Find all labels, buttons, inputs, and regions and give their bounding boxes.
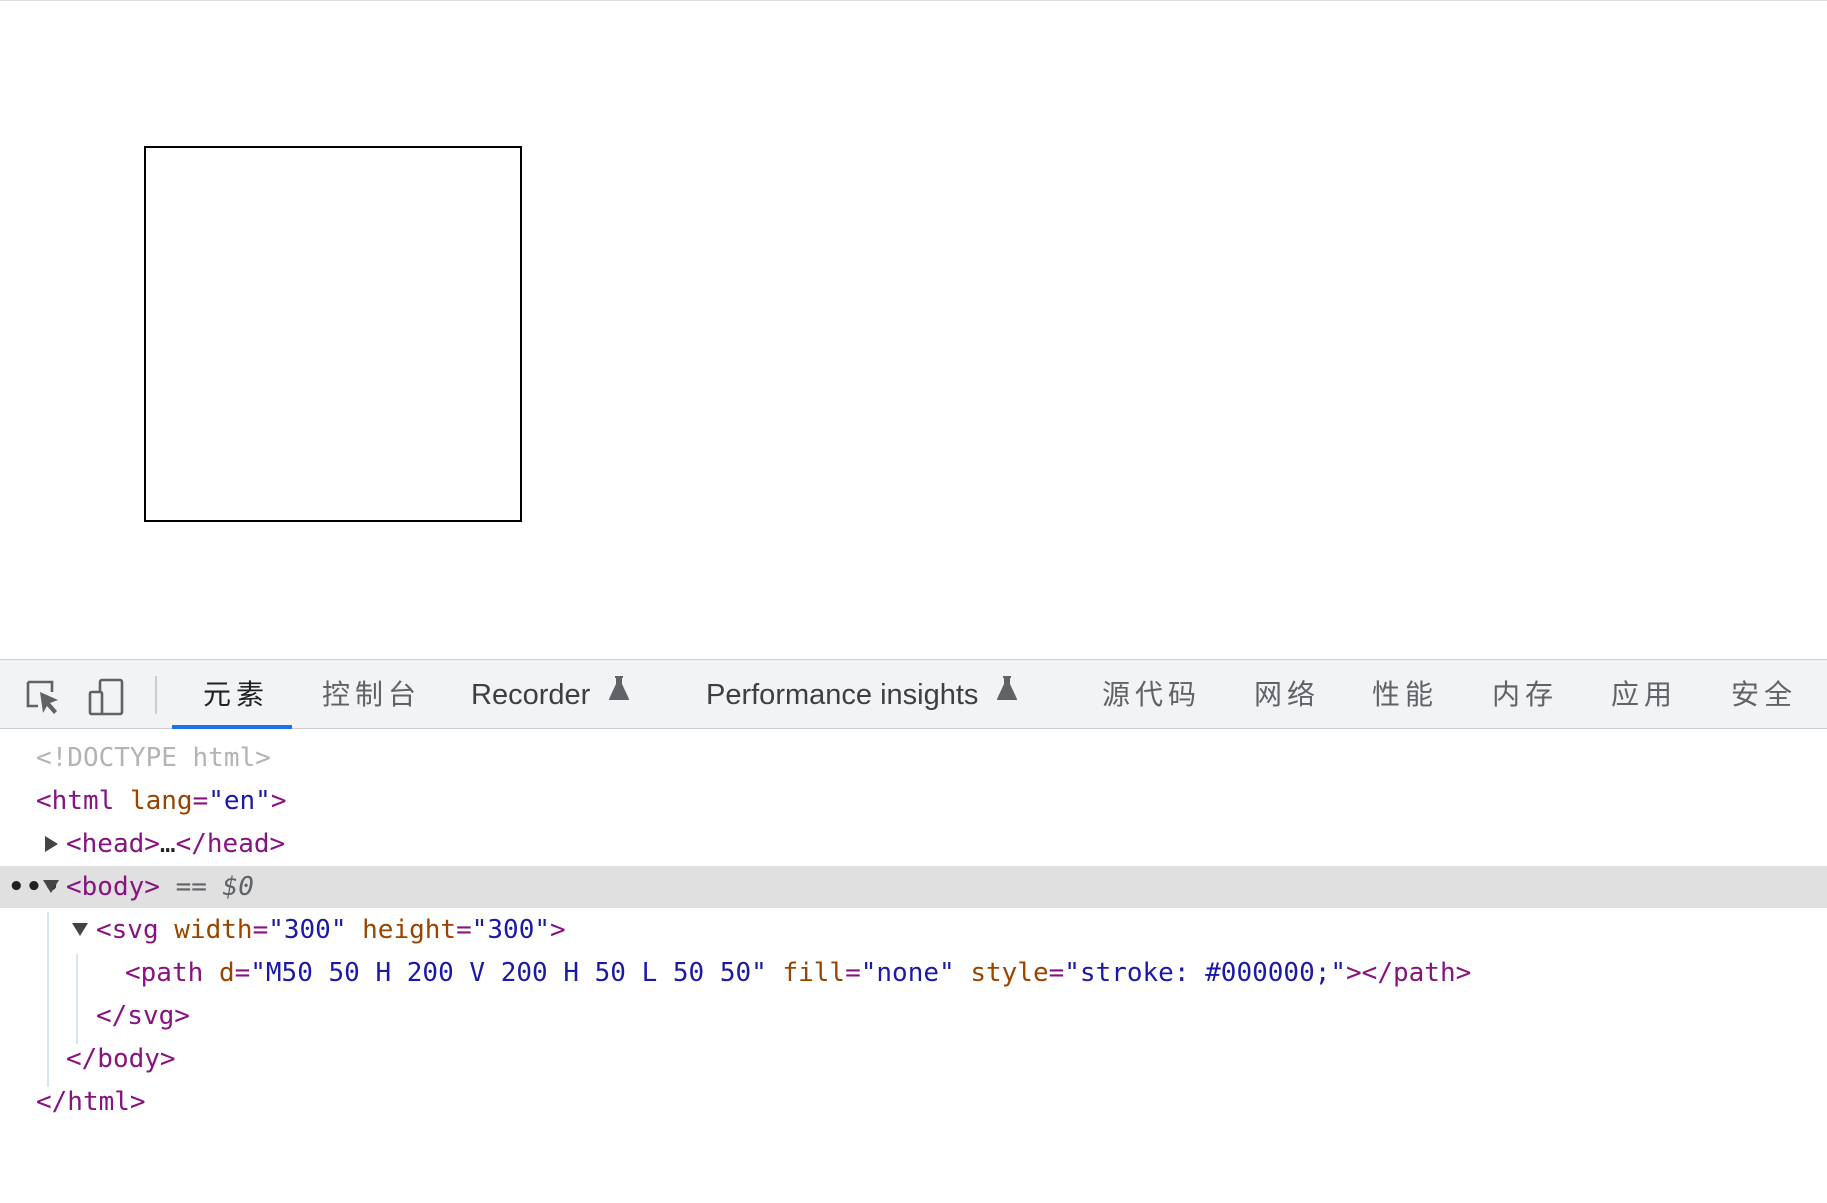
tab-performance-insights[interactable]: Performance insights xyxy=(706,660,1018,729)
head-tag-close: </head> xyxy=(175,829,286,859)
attr-eq: = xyxy=(845,958,861,988)
expand-triangle-icon[interactable] xyxy=(45,836,58,852)
attr-name-lang: lang xyxy=(129,786,193,816)
attr-name-d: d xyxy=(218,958,235,988)
body-tag-close: </body> xyxy=(66,1044,176,1074)
attr-value-fill: "none" xyxy=(860,958,955,988)
selected-node-marker: == $0 xyxy=(175,872,254,902)
attr-value-height: "300" xyxy=(471,915,551,945)
path-tag-close: ></path> xyxy=(1346,958,1472,988)
tree-line-body-close[interactable]: </body> xyxy=(0,1038,1827,1080)
attr-eq: = xyxy=(252,915,269,945)
html-tag-open: <html xyxy=(36,786,115,816)
attr-value-d: "M50 50 H 200 V 200 H 50 L 50 50" xyxy=(250,958,767,988)
tab-network[interactable]: 网络 xyxy=(1254,660,1320,729)
flask-icon xyxy=(608,657,630,727)
page: 元素 控制台 Recorder Performance insights 源代码… xyxy=(0,0,1827,1203)
elements-tree: <!DOCTYPE html> <html lang="en"> <head>…… xyxy=(0,729,1827,1203)
devtools-toolbar: 元素 控制台 Recorder Performance insights 源代码… xyxy=(0,659,1827,729)
tree-line-svg-open[interactable]: <svg width="300" height="300"> xyxy=(0,909,1827,951)
svg-tag-close: </svg> xyxy=(96,1001,190,1031)
tab-console[interactable]: 控制台 xyxy=(322,660,421,729)
tab-performance-insights-label: Performance insights xyxy=(706,679,979,711)
attr-name-height: height xyxy=(362,915,457,945)
tree-line-html-close[interactable]: </html> xyxy=(0,1081,1827,1123)
tree-line-svg-close[interactable]: </svg> xyxy=(0,995,1827,1037)
inspect-element-icon[interactable] xyxy=(24,678,62,716)
flask-icon xyxy=(996,657,1018,727)
attr-eq: = xyxy=(1048,958,1065,988)
tab-elements[interactable]: 元素 xyxy=(203,660,269,729)
tab-recorder[interactable]: Recorder xyxy=(471,660,630,729)
path-tag-open: <path xyxy=(125,958,204,988)
head-tag-open: <head> xyxy=(66,829,160,859)
rendered-svg-square xyxy=(144,146,522,522)
tab-recorder-label: Recorder xyxy=(471,679,591,711)
attr-value-style: "stroke: #000000;" xyxy=(1064,958,1347,988)
doctype-node: <!DOCTYPE html> xyxy=(36,743,271,773)
collapse-triangle-icon[interactable] xyxy=(72,923,88,936)
attr-name-style: style xyxy=(970,958,1049,988)
tab-sources[interactable]: 源代码 xyxy=(1102,660,1201,729)
attr-eq: = xyxy=(192,786,209,816)
attr-value-width: "300" xyxy=(268,915,347,945)
tab-application[interactable]: 应用 xyxy=(1611,660,1677,729)
attr-eq: = xyxy=(234,958,251,988)
body-tag-open: <body> xyxy=(66,872,160,902)
tab-security[interactable]: 安全 xyxy=(1731,660,1797,729)
html-tag-close-bracket: > xyxy=(270,786,287,816)
toolbar-divider xyxy=(155,676,157,714)
collapse-triangle-icon[interactable] xyxy=(43,880,59,893)
attr-eq: = xyxy=(456,915,472,945)
tree-line-doctype[interactable]: <!DOCTYPE html> xyxy=(0,737,1827,779)
page-viewport xyxy=(0,0,1827,659)
svg-tag-open: <svg xyxy=(96,915,159,945)
html-tag-close: </html> xyxy=(36,1087,146,1117)
tree-line-body-selected[interactable]: ••• <body> == $0 xyxy=(0,866,1827,908)
attr-name-width: width xyxy=(174,915,253,945)
tab-memory[interactable]: 内存 xyxy=(1492,660,1558,729)
head-ellipsis[interactable]: … xyxy=(160,829,176,859)
tab-performance[interactable]: 性能 xyxy=(1372,660,1438,729)
tree-line-head[interactable]: <head>…</head> xyxy=(0,823,1827,865)
attr-name-fill: fill xyxy=(782,958,846,988)
device-toolbar-icon[interactable] xyxy=(88,678,126,716)
devtools-panel: 元素 控制台 Recorder Performance insights 源代码… xyxy=(0,659,1827,1203)
svg-tag-close-bracket: > xyxy=(550,915,566,945)
tree-line-path[interactable]: <path d="M50 50 H 200 V 200 H 50 L 50 50… xyxy=(0,952,1827,994)
attr-value-lang: "en" xyxy=(208,786,271,816)
tree-line-html-open[interactable]: <html lang="en"> xyxy=(0,780,1827,822)
